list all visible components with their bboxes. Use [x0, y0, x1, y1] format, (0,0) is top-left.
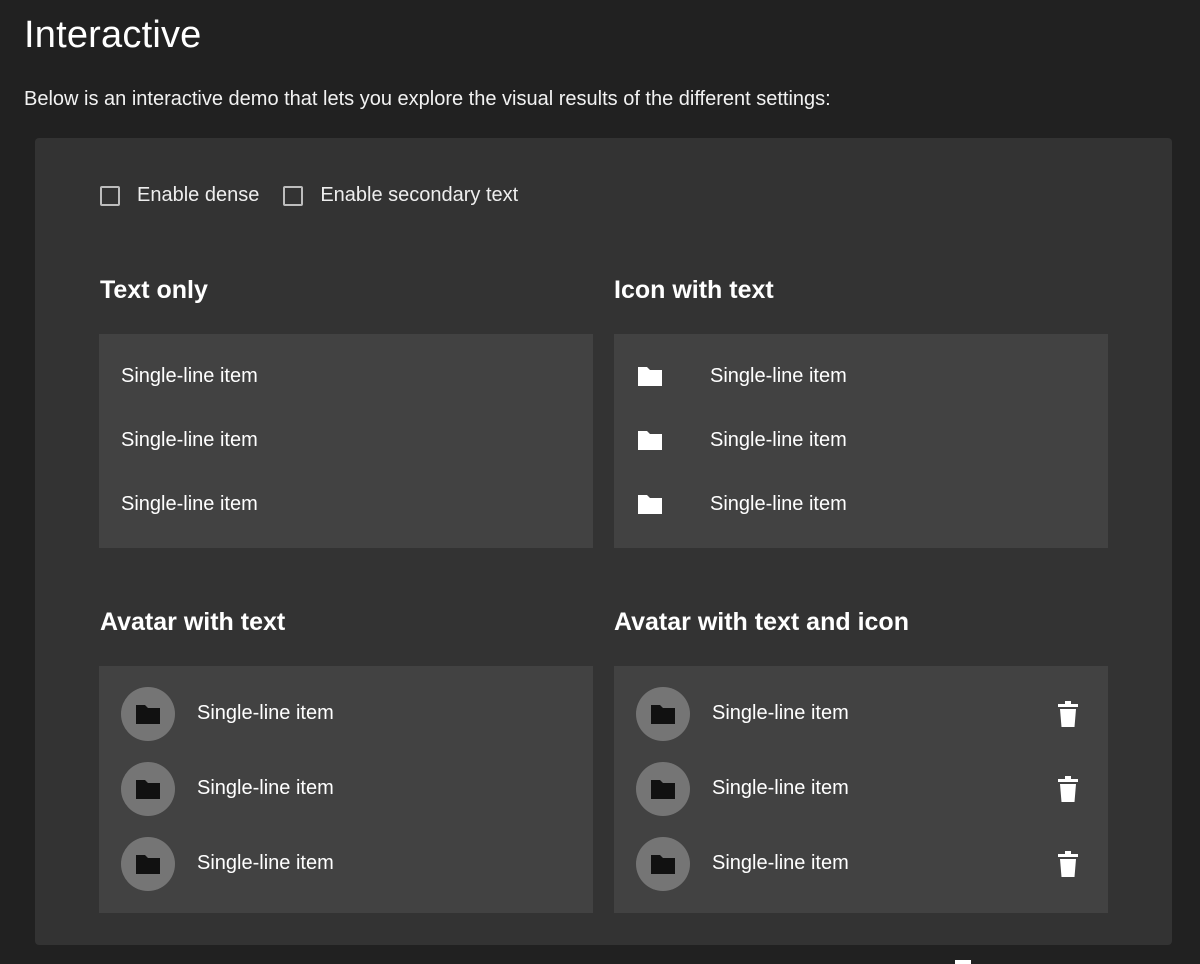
list-item-label: Single-line item [121, 492, 258, 515]
list-item[interactable]: Single-line item [614, 344, 1108, 408]
avatar [636, 761, 690, 816]
list-item-label: Single-line item [712, 852, 849, 874]
list-item[interactable]: Single-line item [614, 826, 1108, 901]
list-item[interactable]: Single-line item [99, 751, 593, 826]
list-icon-with-text: Single-line item Single-line item Single… [614, 334, 1108, 548]
section-title-text-only: Text only [100, 276, 208, 304]
folder-icon [636, 492, 664, 516]
list-item-label: Single-line item [197, 702, 334, 724]
folder-icon [636, 364, 664, 388]
list-item[interactable]: Single-line item [614, 472, 1108, 536]
list-item-label: Single-line item [712, 777, 849, 799]
avatar [121, 761, 175, 816]
avatar [636, 836, 690, 891]
list-item-label: Single-line item [710, 364, 847, 387]
folder-icon [651, 854, 675, 874]
list-item[interactable]: Single-line item [99, 344, 593, 408]
list-avatar-with-text: Single-line item Single-line item Single… [99, 666, 593, 913]
delete-icon[interactable] [1056, 775, 1080, 803]
list-avatar-with-text-and-icon: Single-line item Single-line item Single… [614, 666, 1108, 913]
list-item-label: Single-line item [121, 428, 258, 451]
demo-panel: Enable dense Enable secondary text Text … [35, 138, 1172, 945]
delete-icon[interactable] [1056, 700, 1080, 728]
folder-icon [651, 779, 675, 799]
list-item[interactable]: Single-line item [99, 676, 593, 751]
list-item[interactable]: Single-line item [99, 472, 593, 536]
list-item-label: Single-line item [712, 702, 849, 724]
folder-icon [136, 779, 160, 799]
folder-icon [636, 428, 664, 452]
list-item-label: Single-line item [710, 428, 847, 451]
enable-secondary-text-label: Enable secondary text [320, 184, 519, 206]
section-title-avatar-with-text: Avatar with text [100, 608, 286, 636]
list-item[interactable]: Single-line item [99, 408, 593, 472]
enable-dense-label: Enable dense [137, 184, 260, 206]
list-item-label: Single-line item [710, 492, 847, 515]
list-item-label: Single-line item [121, 364, 258, 387]
list-item[interactable]: Single-line item [614, 676, 1108, 751]
folder-icon [136, 854, 160, 874]
list-item-label: Single-line item [197, 777, 334, 799]
cut-off-element [955, 960, 971, 964]
enable-dense-checkbox[interactable] [100, 185, 120, 206]
folder-icon [651, 704, 675, 724]
enable-secondary-text-checkbox[interactable] [283, 185, 304, 206]
avatar [121, 836, 175, 891]
list-item[interactable]: Single-line item [614, 408, 1108, 472]
section-title-avatar-with-text-and-icon: Avatar with text and icon [614, 608, 909, 636]
delete-icon[interactable] [1056, 850, 1080, 878]
list-item[interactable]: Single-line item [99, 826, 593, 901]
avatar [121, 686, 175, 741]
demo-options: Enable dense Enable secondary text [100, 184, 542, 207]
enable-dense-option[interactable]: Enable dense [100, 184, 259, 207]
list-text-only: Single-line item Single-line item Single… [99, 334, 593, 548]
section-title-icon-with-text: Icon with text [614, 276, 774, 304]
enable-secondary-text-option[interactable]: Enable secondary text [283, 184, 518, 207]
list-item[interactable]: Single-line item [614, 751, 1108, 826]
folder-icon [136, 704, 160, 724]
page-title: Interactive [24, 14, 202, 56]
avatar [636, 686, 690, 741]
list-item-label: Single-line item [197, 852, 334, 874]
intro-text: Below is an interactive demo that lets y… [24, 88, 831, 110]
